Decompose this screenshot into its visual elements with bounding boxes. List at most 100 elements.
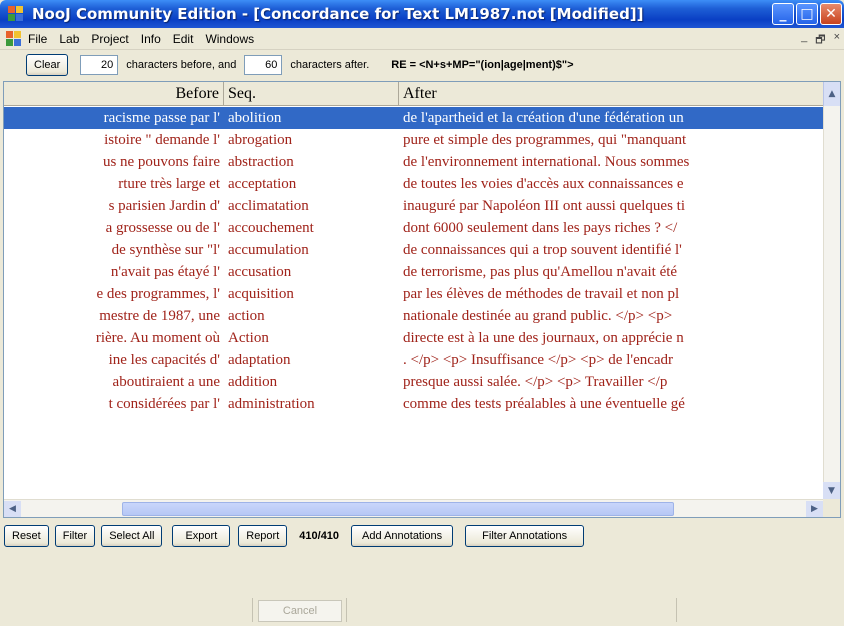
table-row[interactable]: a grossesse ou de l' accouchement dont 600… [4, 217, 823, 239]
horizontal-scrollbar[interactable]: ◀ ▶ [4, 499, 823, 517]
filter-annotations-button[interactable]: Filter Annotations [465, 525, 585, 547]
mdi-minimize-button[interactable]: _ [801, 31, 807, 50]
cell-before: a grossesse ou de l' [105, 220, 220, 236]
cell-before: ine les capacités d' [108, 352, 220, 368]
close-button[interactable]: ✕ [820, 3, 842, 25]
cell-before: istoire " demande l' [104, 132, 220, 148]
action-bar: Reset Filter Select All Export Report 41… [0, 520, 844, 552]
cell-after: par les élèves de méthodes de travail et… [403, 286, 680, 302]
table-row[interactable]: rière. Au moment où Action directe est à l… [4, 327, 823, 349]
table-row[interactable]: de synthèse sur "l' accumulation de connai… [4, 239, 823, 261]
table-row[interactable]: racisme passe par l' abolition de l'aparth… [4, 107, 823, 129]
window-title: NooJ Community Edition - [Concordance fo… [32, 5, 644, 23]
regex-label: RE = <N+s+MP="(ion|age|ment)$"> [391, 59, 574, 71]
document-icon[interactable] [6, 30, 22, 47]
table-row[interactable]: s parisien Jardin d' acclimatation inaugur… [4, 195, 823, 217]
table-row[interactable]: n'avait pas étayé l' accusation de terrori… [4, 261, 823, 283]
maximize-button[interactable]: □ [796, 3, 818, 25]
report-button[interactable]: Report [238, 525, 288, 547]
cell-seq: accusation [228, 264, 292, 280]
concordance-table[interactable]: Before Seq. After ▲ racisme passe par l'… [3, 81, 841, 518]
cell-after: de connaissances qui a trop souvent iden… [403, 242, 682, 258]
cell-after: dont 6000 seulement dans les pays riches… [403, 220, 678, 236]
menu-info[interactable]: Info [135, 32, 167, 46]
column-header-after[interactable]: After [399, 82, 820, 106]
menu-bar: File Lab Project Info Edit Windows _ 🗗 × [0, 28, 844, 50]
select-all-button[interactable]: Select All [101, 525, 163, 547]
cell-seq: administration [228, 396, 315, 412]
table-row[interactable]: aboutiraient a une addition presque aussi … [4, 371, 823, 393]
table-row[interactable]: t considérées par l' administration comme … [4, 393, 823, 415]
cell-after: comme des tests préalables à une éventue… [403, 396, 685, 412]
menu-project[interactable]: Project [85, 32, 134, 46]
cell-after: . </p> <p> Insuffisance </p> <p> de l'en… [403, 352, 674, 368]
cell-seq: action [228, 308, 265, 324]
chars-after-label: characters after. [290, 59, 370, 71]
chars-before-label: characters before, and [126, 59, 237, 71]
filter-button[interactable]: Filter [54, 525, 96, 547]
vertical-scrollbar[interactable]: ▼ [823, 106, 840, 499]
cell-after: directe est à la une des journaux, on ap… [403, 330, 684, 346]
scroll-right-arrow-icon[interactable]: ▶ [806, 501, 823, 517]
table-rows: racisme passe par l' abolition de l'aparth… [4, 107, 823, 415]
cell-seq: Action [228, 330, 269, 346]
table-row[interactable]: e des programmes, l' acquisition par les é… [4, 283, 823, 305]
column-header-seq[interactable]: Seq. [224, 82, 399, 106]
cell-seq: acceptation [228, 176, 297, 192]
column-header-before[interactable]: Before [4, 82, 224, 106]
scrollbar-corner [823, 499, 840, 517]
table-row[interactable]: ine les capacités d' adaptation . </p> <p>… [4, 349, 823, 371]
cell-after: de toutes les voies d'accès aux connaiss… [403, 176, 684, 192]
cell-seq: acquisition [228, 286, 294, 302]
cell-seq: accouchement [228, 220, 314, 236]
cell-before: e des programmes, l' [96, 286, 220, 302]
mdi-close-button[interactable]: × [834, 31, 840, 50]
chars-after-input[interactable]: 60 [244, 55, 283, 75]
cell-seq: adaptation [228, 352, 291, 368]
cell-before: t considérées par l' [108, 396, 220, 412]
chars-before-input[interactable]: 20 [80, 55, 119, 75]
cell-after: de l'apartheid et la création d'une fédé… [403, 110, 684, 126]
nooj-app-icon[interactable] [8, 6, 24, 22]
cancel-button[interactable]: Cancel [258, 600, 342, 622]
horizontal-scroll-thumb[interactable] [122, 502, 674, 516]
app-window: NooJ Community Edition - [Concordance fo… [0, 0, 844, 626]
status-divider [676, 598, 677, 622]
scroll-left-arrow-icon[interactable]: ◀ [4, 501, 21, 517]
menu-file[interactable]: File [22, 32, 53, 46]
cell-after: nationale destinée au grand public. </p>… [403, 308, 673, 324]
title-bar[interactable]: NooJ Community Edition - [Concordance fo… [0, 0, 844, 28]
add-annotations-button[interactable]: Add Annotations [351, 525, 454, 547]
menu-lab[interactable]: Lab [53, 32, 85, 46]
reset-button[interactable]: Reset [4, 525, 49, 547]
table-row[interactable]: rture très large et acceptation de toutes … [4, 173, 823, 195]
clear-button[interactable]: Clear [26, 54, 69, 76]
status-divider [346, 598, 347, 622]
cell-before: aboutiraient a une [112, 374, 220, 390]
status-bar: Cancel [0, 594, 844, 626]
mdi-restore-button[interactable]: 🗗 [815, 31, 825, 50]
cell-before: rture très large et [118, 176, 220, 192]
cell-seq: accumulation [228, 242, 309, 258]
cell-before: n'avait pas étayé l' [110, 264, 220, 280]
cell-after: presque aussi salée. </p> <p> Travailler… [403, 374, 668, 390]
cell-after: inauguré par Napoléon III ont aussi quel… [403, 198, 686, 214]
cell-before: rière. Au moment où [95, 330, 220, 346]
cell-after: de terrorisme, pas plus qu'Amellou n'ava… [403, 264, 678, 280]
cell-before: de synthèse sur "l' [111, 242, 220, 258]
table-header: Before Seq. After [4, 82, 840, 106]
scroll-up-arrow-icon[interactable]: ▲ [823, 82, 840, 106]
export-button[interactable]: Export [172, 525, 231, 547]
match-count: 410/410 [299, 530, 340, 542]
menu-windows[interactable]: Windows [199, 32, 260, 46]
cell-seq: abrogation [228, 132, 293, 148]
concordance-toolbar: Clear 20 characters before, and 60 chara… [0, 50, 844, 80]
table-row[interactable]: mestre de 1987, une action nationale desti… [4, 305, 823, 327]
table-row[interactable]: us ne pouvons faire abstraction de l'envir… [4, 151, 823, 173]
menu-edit[interactable]: Edit [167, 32, 200, 46]
cell-seq: addition [228, 374, 278, 390]
scroll-down-arrow-icon[interactable]: ▼ [823, 482, 840, 499]
minimize-button[interactable]: _ [772, 3, 794, 25]
table-row[interactable]: istoire " demande l' abrogation pure et si… [4, 129, 823, 151]
cell-seq: abstraction [228, 154, 294, 170]
